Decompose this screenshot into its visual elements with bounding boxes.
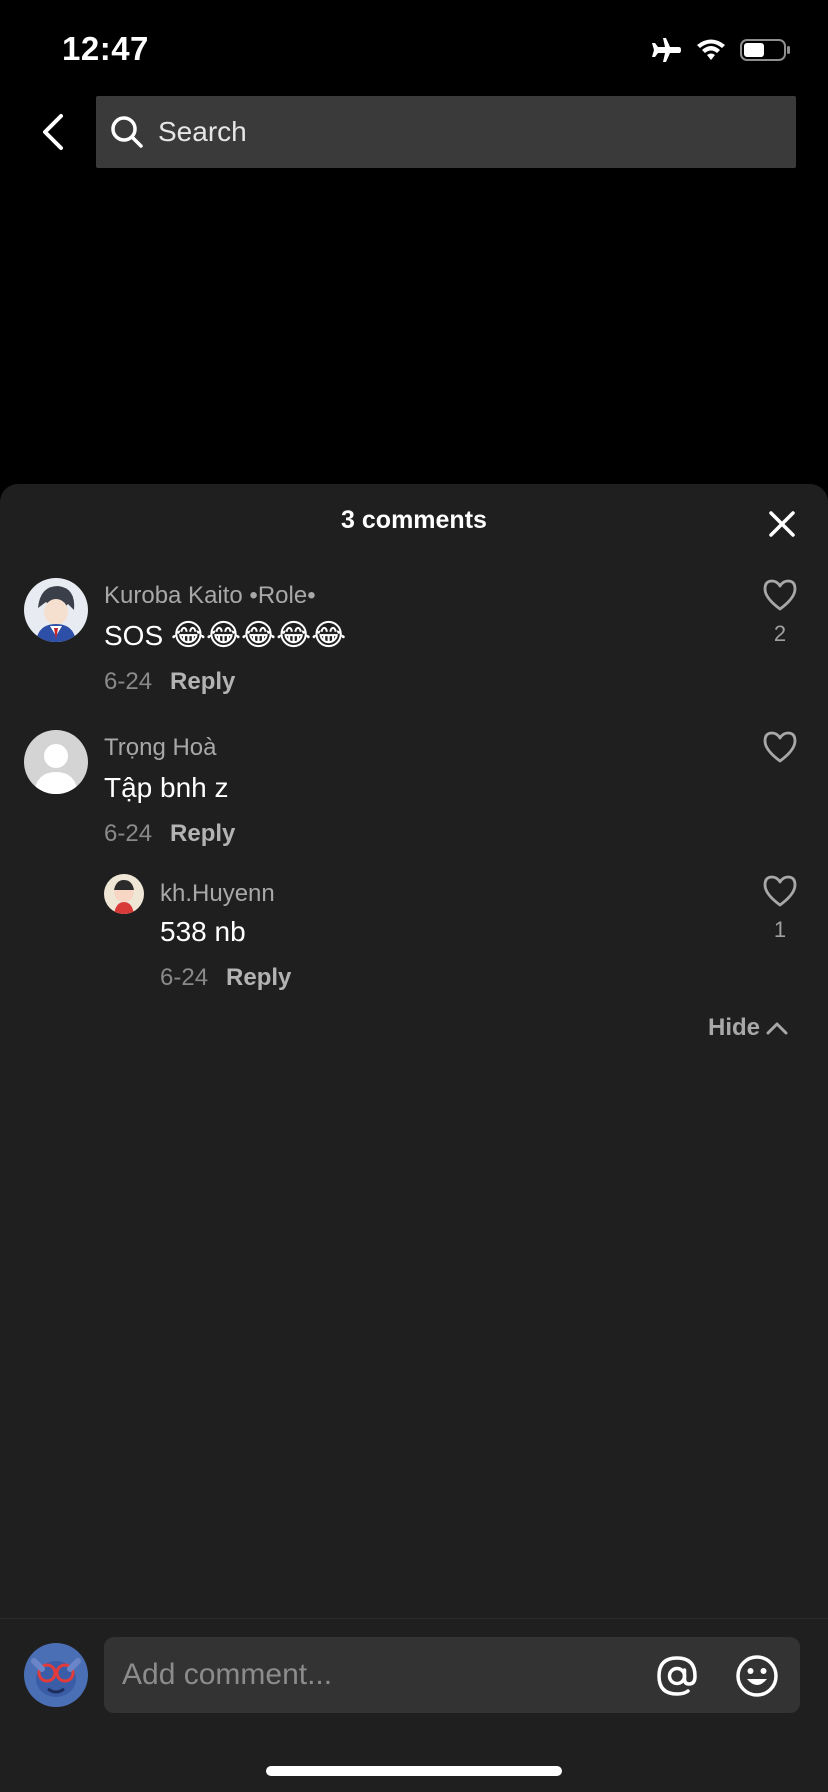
avatar[interactable] (24, 578, 88, 642)
avatar[interactable] (104, 874, 144, 914)
comment-text: SOS 😂😂😂😂😂 (104, 618, 346, 653)
like-button[interactable]: 2 (750, 578, 810, 647)
chevron-up-icon (766, 1022, 788, 1035)
reply-button[interactable]: Reply (226, 964, 291, 992)
comment-text: Tập bnh z (104, 772, 229, 803)
comment-username[interactable]: Kuroba Kaito •Role• (104, 582, 316, 610)
my-avatar (24, 1643, 88, 1707)
like-count: 1 (773, 917, 787, 942)
search-icon (111, 116, 143, 148)
airplane-icon (650, 36, 682, 64)
reply-text: 538 nb (160, 916, 246, 947)
hide-label: Hide (707, 1014, 760, 1041)
search-box[interactable] (96, 96, 796, 168)
comment-field (104, 1637, 800, 1713)
battery-icon (740, 38, 792, 62)
comment-item: Trọng Hoà Tập bnh z 6-24 Reply (0, 730, 828, 860)
comment-input[interactable] (122, 1637, 642, 1713)
comment-meta: 6-24 Reply (104, 668, 235, 696)
reply-button[interactable]: Reply (170, 820, 235, 848)
emoji-button[interactable] (734, 1653, 780, 1699)
at-sign-icon (657, 1656, 697, 1696)
close-button[interactable] (762, 504, 802, 544)
search-input[interactable] (144, 96, 796, 168)
sheet-header: 3 comments (0, 484, 828, 564)
heart-icon (763, 579, 797, 611)
wifi-icon (696, 38, 726, 62)
comment-date: 6-24 (104, 820, 153, 847)
reply-button[interactable]: Reply (170, 668, 235, 696)
comment-username[interactable]: Trọng Hoà (104, 734, 217, 762)
close-icon (769, 511, 795, 537)
hide-replies-button[interactable]: Hide (708, 1014, 788, 1042)
mention-button[interactable] (654, 1653, 700, 1699)
reply-item: kh.Huyenn 538 nb 6-24 Reply 1 (0, 874, 828, 1004)
avatar[interactable] (24, 730, 88, 794)
like-button[interactable] (750, 730, 810, 769)
comment-body: SOS (104, 620, 164, 651)
home-indicator (266, 1766, 562, 1776)
comment-item: Kuroba Kaito •Role• SOS 😂😂😂😂😂 6-24 Reply… (0, 578, 828, 708)
like-button[interactable]: 1 (750, 874, 810, 943)
smiley-icon (736, 1655, 778, 1697)
status-time: 12:47 (62, 30, 149, 67)
comment-emoji: 😂😂😂😂😂 (170, 619, 347, 652)
heart-icon (763, 875, 797, 907)
back-button[interactable] (28, 108, 76, 156)
heart-icon (763, 731, 797, 763)
sheet-title: 3 comments (341, 506, 487, 534)
comments-sheet: 3 comments Kuroba Kaito •Role• SOS 😂😂😂😂😂… (0, 484, 828, 1792)
reply-date: 6-24 (160, 964, 209, 991)
reply-username[interactable]: kh.Huyenn (160, 880, 275, 908)
status-bar: 12:47 (0, 0, 828, 90)
chevron-left-icon (43, 114, 63, 150)
comment-date: 6-24 (104, 668, 153, 695)
reply-meta: 6-24 Reply (160, 964, 291, 992)
like-count: 2 (773, 621, 787, 646)
comment-meta: 6-24 Reply (104, 820, 235, 848)
status-icons (650, 36, 792, 64)
top-nav (0, 96, 828, 168)
screen: 12:47 3 comments (0, 0, 828, 1792)
